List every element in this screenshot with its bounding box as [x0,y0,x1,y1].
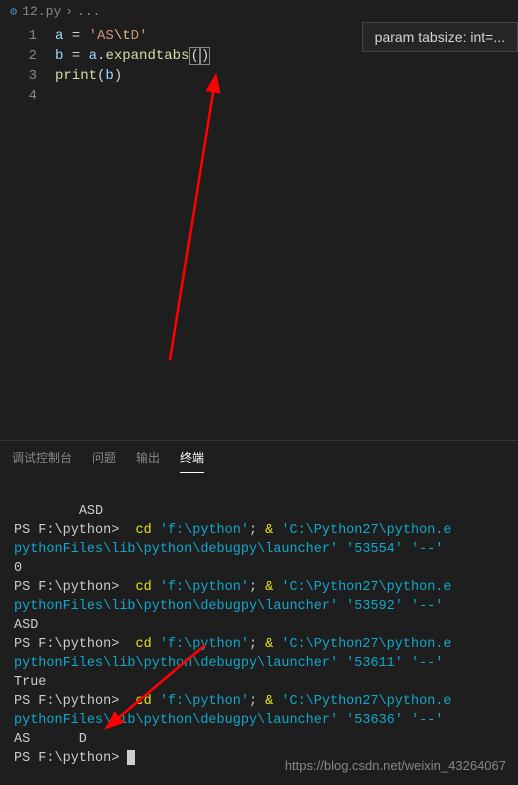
tab-debug-console[interactable]: 调试控制台 [12,449,72,473]
tab-output[interactable]: 输出 [136,449,160,473]
code-line-4[interactable] [55,86,518,106]
chevron-right-icon: › [65,4,73,19]
watermark-text: https://blog.csdn.net/weixin_43264067 [285,758,506,773]
line-number-gutter: 1 2 3 4 [0,22,55,440]
breadcrumb[interactable]: ⚙ 12.py › ... [0,0,518,22]
terminal-content[interactable]: ASD PS F:\python> cd 'f:\python'; & 'C:\… [0,473,518,778]
tab-problems[interactable]: 问题 [92,449,116,473]
parameter-hint-tooltip: param tabsize: int=... [362,22,518,52]
python-file-icon: ⚙ [10,4,17,19]
breadcrumb-more: ... [77,4,100,19]
tab-terminal[interactable]: 终端 [180,449,204,473]
breadcrumb-filename: 12.py [22,4,61,19]
code-editor[interactable]: 1 2 3 4 a = 'AS\tD' b = a.expandtabs() p… [0,22,518,440]
code-area[interactable]: a = 'AS\tD' b = a.expandtabs() print(b) [55,22,518,440]
terminal-cursor [127,750,135,765]
panel-tabs-row: 调试控制台 问题 输出 终端 [0,440,518,473]
code-line-3[interactable]: print(b) [55,66,518,86]
